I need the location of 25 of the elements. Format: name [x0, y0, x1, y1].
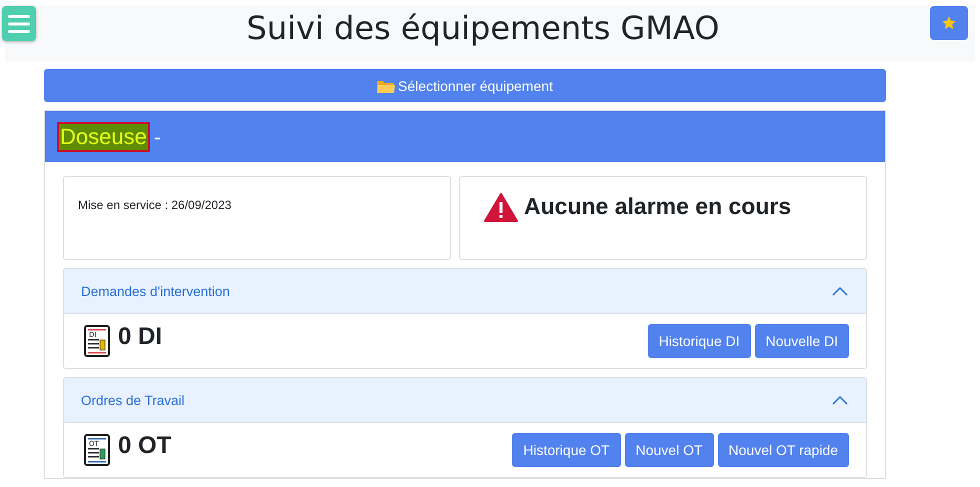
folder-icon — [377, 78, 396, 92]
menu-icon — [8, 14, 30, 32]
alarm-status: Aucune alarme en cours — [524, 193, 792, 220]
chevron-icon — [832, 286, 848, 296]
select-equipment-button[interactable]: Sélectionner équipement — [44, 69, 886, 102]
favorite-button[interactable] — [930, 6, 968, 40]
page-title: Suivi des équipements GMAO — [246, 9, 720, 47]
menu-button[interactable] — [2, 6, 36, 41]
action-button[interactable]: Nouvel OT rapide — [718, 433, 849, 467]
accordion-title: Ordres de Travail — [81, 392, 185, 408]
accordion-header[interactable]: Demandes d'intervention — [64, 269, 866, 314]
warning-icon — [484, 193, 518, 222]
action-button[interactable]: Nouvelle DI — [754, 324, 849, 358]
action-button[interactable]: Historique OT — [512, 433, 621, 467]
count-text: 0 OT — [118, 432, 172, 460]
chevron-icon — [832, 395, 848, 405]
count-text: 0 DI — [118, 323, 162, 351]
accordion-title: Demandes d'intervention — [81, 284, 230, 298]
commissioning-date: Mise en service : 26/09/2023 — [78, 198, 232, 212]
accordion-header[interactable]: Ordres de Travail — [64, 378, 866, 423]
equipment-name: Doseuse — [57, 122, 150, 152]
action-button[interactable]: Nouvel OT — [624, 433, 714, 467]
separator-text: - — [154, 124, 162, 148]
star-icon — [940, 15, 957, 31]
action-button[interactable]: Historique DI — [648, 324, 751, 358]
